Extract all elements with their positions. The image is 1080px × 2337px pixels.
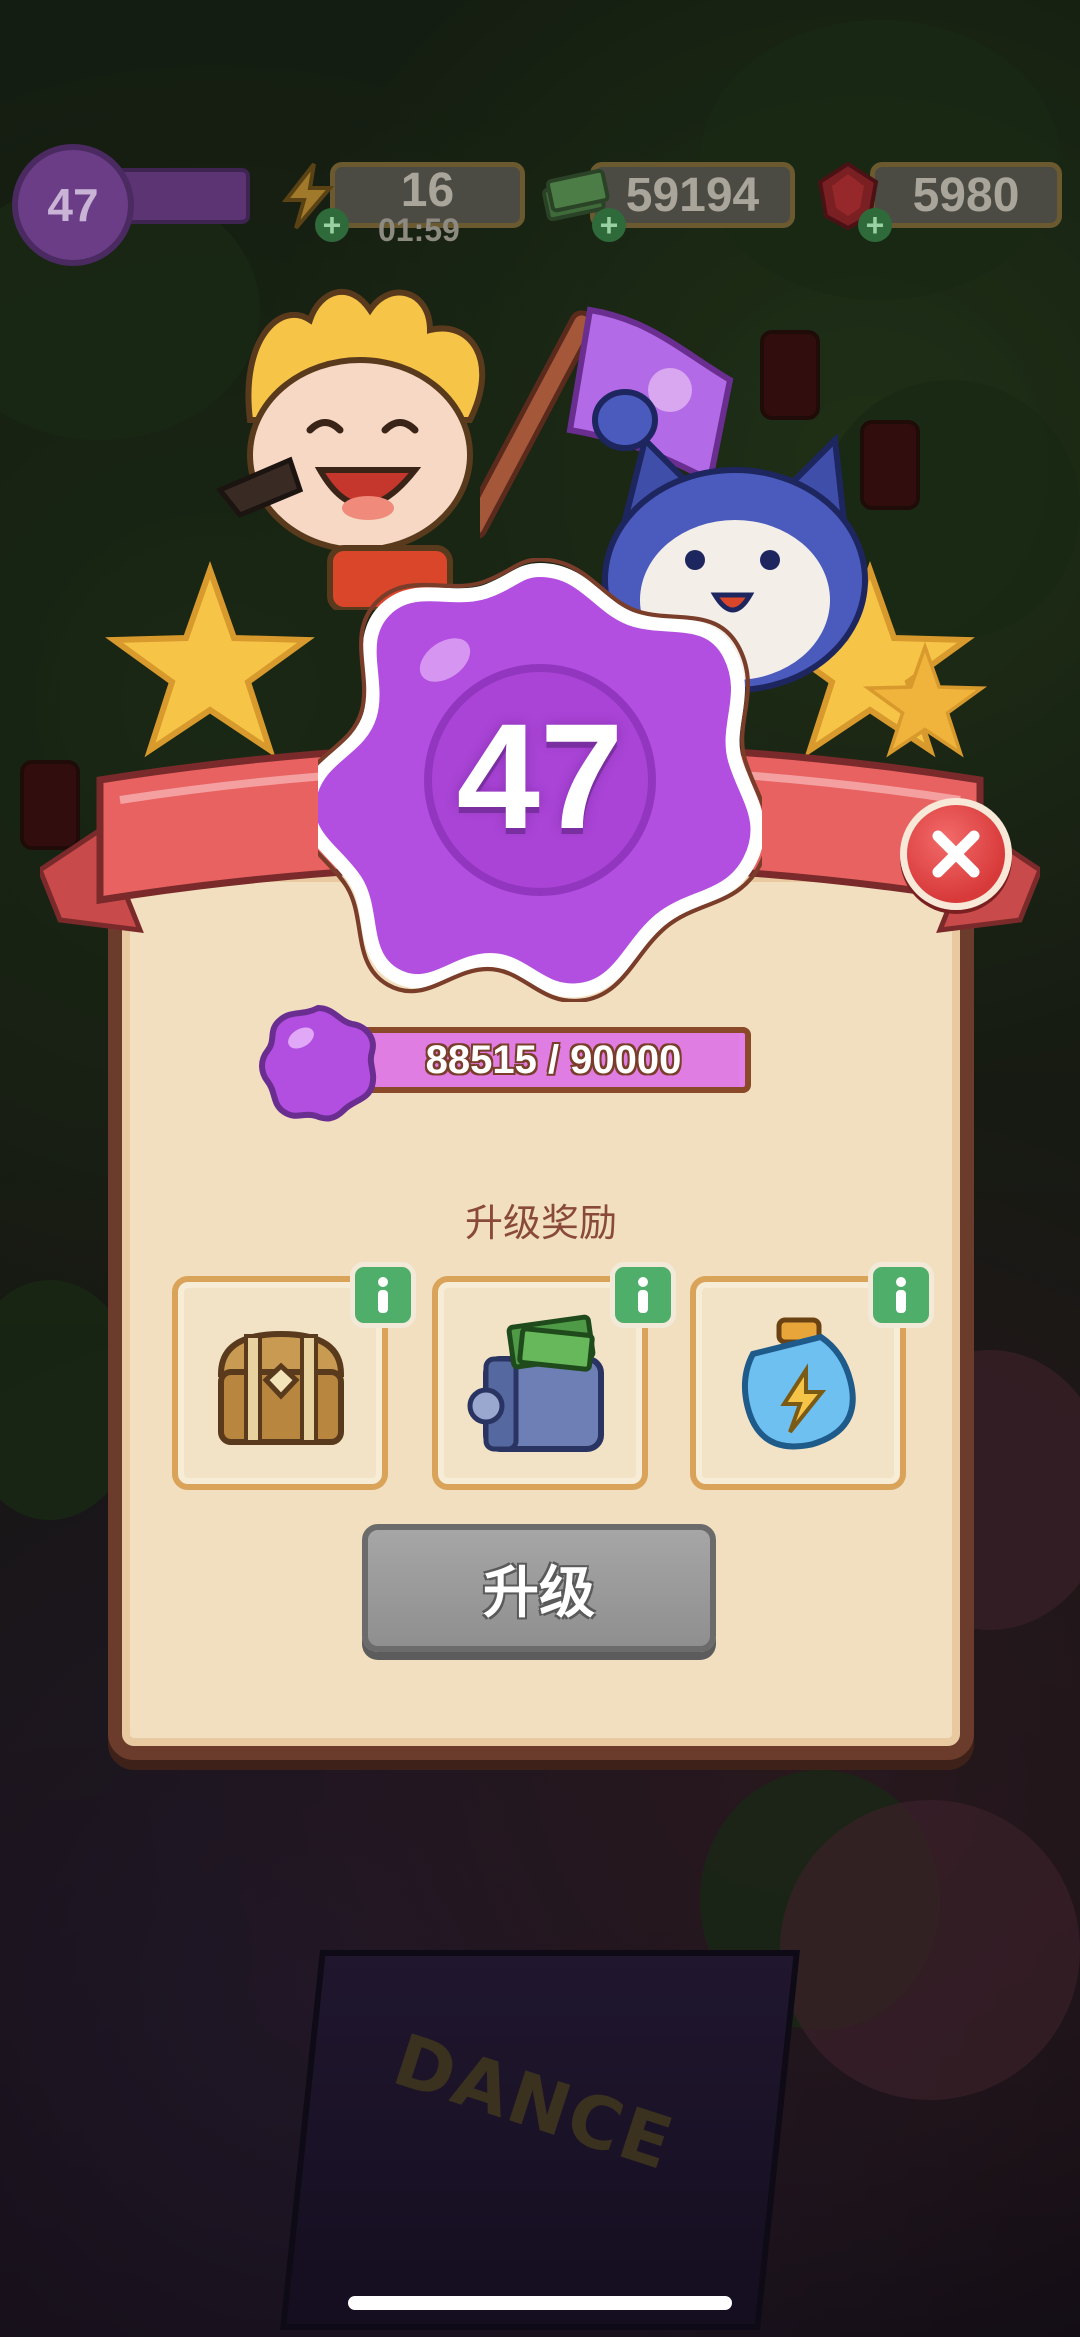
- hud-level-value: 47: [47, 179, 99, 231]
- cash-value: 59194: [625, 168, 760, 222]
- upgrade-button-label: 升级: [483, 1560, 595, 1626]
- info-icon: [896, 1277, 906, 1313]
- treasure-chest-icon: [217, 1330, 345, 1445]
- info-button[interactable]: [350, 1262, 416, 1328]
- info-icon: [638, 1277, 648, 1313]
- reward-card-energy[interactable]: [690, 1262, 934, 1490]
- gem-counter[interactable]: 5980: [870, 162, 1062, 228]
- home-indicator[interactable]: [348, 2296, 732, 2310]
- reward-title: 升级奖励: [464, 1201, 617, 1245]
- upgrade-button[interactable]: 升级: [362, 1524, 716, 1652]
- xp-progress: 88515 / 90000: [256, 1000, 756, 1122]
- top-hud: 47 16 + 01:59 59194 + 5980 +: [0, 150, 1080, 260]
- info-button[interactable]: [868, 1262, 934, 1328]
- hud-level-badge[interactable]: 47: [18, 150, 128, 260]
- gem-value: 5980: [912, 168, 1020, 222]
- close-button[interactable]: [900, 798, 1012, 910]
- hud-level-bar: [115, 168, 250, 224]
- energy-timer: 01:59: [378, 212, 460, 248]
- reward-card-cash-safe[interactable]: [432, 1262, 676, 1490]
- reward-card-chest[interactable]: [172, 1262, 416, 1490]
- energy-bottle-icon: [741, 1317, 856, 1450]
- level-number: 47: [456, 692, 624, 860]
- gem-add-button[interactable]: +: [858, 207, 892, 243]
- info-button[interactable]: [610, 1262, 676, 1328]
- cash-add-button[interactable]: +: [592, 207, 626, 243]
- info-icon: [378, 1277, 388, 1313]
- energy-value: 16: [400, 163, 455, 217]
- cash-safe-icon: [467, 1314, 604, 1452]
- xp-gem-icon: [259, 1004, 377, 1122]
- xp-text: 88515 / 90000: [425, 1037, 682, 1082]
- close-icon: [932, 830, 980, 878]
- energy-add-button[interactable]: +: [315, 207, 349, 243]
